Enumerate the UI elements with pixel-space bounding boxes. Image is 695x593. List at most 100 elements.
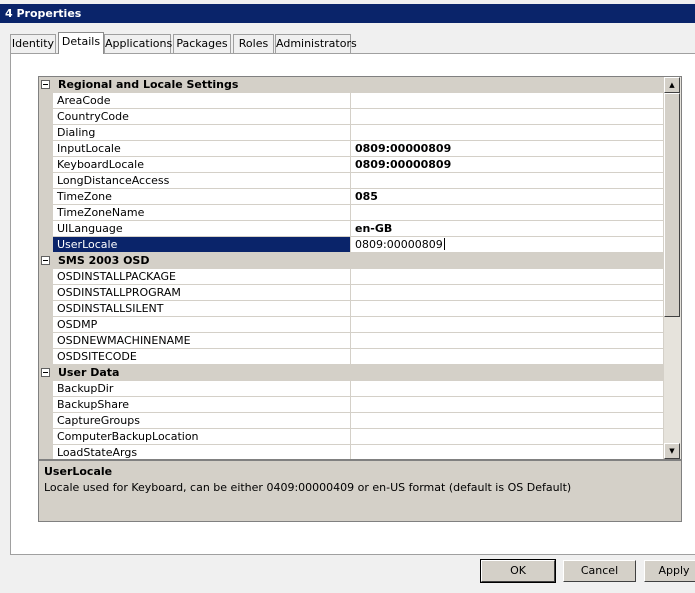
property-row[interactable]: InputLocale 0809:00000809 xyxy=(39,141,665,157)
property-value[interactable] xyxy=(351,269,665,285)
tab-roles[interactable]: Roles xyxy=(233,34,274,53)
property-row[interactable]: Dialing xyxy=(39,125,665,141)
property-row[interactable]: UILanguage en-GB xyxy=(39,221,665,237)
property-name[interactable]: LongDistanceAccess xyxy=(53,173,351,189)
cancel-button[interactable]: Cancel xyxy=(563,560,636,582)
property-value[interactable] xyxy=(351,333,665,349)
property-row[interactable]: LoadStateArgs xyxy=(39,445,665,459)
property-value[interactable] xyxy=(351,349,665,365)
property-value[interactable] xyxy=(351,125,665,141)
property-row[interactable]: BackupDir xyxy=(39,381,665,397)
description-text: Locale used for Keyboard, can be either … xyxy=(44,481,572,494)
property-row[interactable]: CaptureGroups xyxy=(39,413,665,429)
row-gutter xyxy=(39,157,53,173)
property-row[interactable]: TimeZone 085 xyxy=(39,189,665,205)
property-row[interactable]: ComputerBackupLocation xyxy=(39,429,665,445)
category-row[interactable]: SMS 2003 OSD xyxy=(39,253,665,269)
tab-identity[interactable]: Identity xyxy=(10,34,56,53)
scrollbar-thumb[interactable] xyxy=(664,93,680,317)
row-gutter xyxy=(39,189,53,205)
property-row[interactable]: KeyboardLocale 0809:00000809 xyxy=(39,157,665,173)
arrow-down-icon[interactable]: ▼ xyxy=(664,443,680,459)
property-row[interactable]: LongDistanceAccess xyxy=(39,173,665,189)
property-value[interactable]: 085 xyxy=(351,189,665,205)
tab-packages[interactable]: Packages xyxy=(173,34,231,53)
property-value[interactable] xyxy=(351,397,665,413)
property-value[interactable] xyxy=(351,301,665,317)
property-row[interactable]: AreaCode xyxy=(39,93,665,109)
property-name[interactable]: InputLocale xyxy=(53,141,351,157)
category-label: SMS 2003 OSD xyxy=(58,254,150,267)
category-row[interactable]: User Data xyxy=(39,365,665,381)
row-gutter xyxy=(39,333,53,349)
row-gutter xyxy=(39,429,53,445)
property-value-text: 0809:00000809 xyxy=(355,238,443,251)
property-value[interactable] xyxy=(351,317,665,333)
property-name[interactable]: OSDINSTALLPROGRAM xyxy=(53,285,351,301)
property-name[interactable]: LoadStateArgs xyxy=(53,445,351,459)
property-value[interactable] xyxy=(351,381,665,397)
property-name[interactable]: BackupDir xyxy=(53,381,351,397)
row-gutter xyxy=(39,221,53,237)
property-name[interactable]: AreaCode xyxy=(53,93,351,109)
property-value[interactable] xyxy=(351,413,665,429)
property-name[interactable]: UILanguage xyxy=(53,221,351,237)
property-name[interactable]: Dialing xyxy=(53,125,351,141)
collapse-minus-icon[interactable] xyxy=(41,256,50,265)
row-gutter xyxy=(39,93,53,109)
property-row[interactable]: OSDMP xyxy=(39,317,665,333)
property-name[interactable]: CountryCode xyxy=(53,109,351,125)
property-row[interactable]: OSDNEWMACHINENAME xyxy=(39,333,665,349)
tab-applications[interactable]: Applications xyxy=(104,34,172,53)
property-value[interactable] xyxy=(351,429,665,445)
ok-button[interactable]: OK xyxy=(480,559,556,583)
property-row[interactable]: OSDINSTALLPACKAGE xyxy=(39,269,665,285)
property-value[interactable] xyxy=(351,445,665,459)
property-row[interactable]: OSDINSTALLPROGRAM xyxy=(39,285,665,301)
property-row[interactable]: CountryCode xyxy=(39,109,665,125)
property-value[interactable]: en-GB xyxy=(351,221,665,237)
property-value[interactable] xyxy=(351,285,665,301)
tab-administrators[interactable]: Administrators xyxy=(275,34,357,53)
property-name[interactable]: OSDMP xyxy=(53,317,351,333)
category-row[interactable]: Regional and Locale Settings xyxy=(39,77,665,93)
property-value[interactable] xyxy=(351,93,665,109)
property-row[interactable]: OSDINSTALLSILENT xyxy=(39,301,665,317)
property-grid[interactable]: Regional and Locale Settings AreaCode Coun… xyxy=(38,76,682,460)
property-rows: Regional and Locale Settings AreaCode Coun… xyxy=(39,77,665,459)
property-value-text: 0809:00000809 xyxy=(355,158,452,171)
property-value[interactable] xyxy=(351,205,665,221)
property-name[interactable]: UserLocale xyxy=(53,237,351,253)
vertical-scrollbar[interactable]: ▲ ▼ xyxy=(663,77,681,459)
property-value[interactable] xyxy=(351,109,665,125)
property-name[interactable]: TimeZone xyxy=(53,189,351,205)
property-name[interactable]: OSDSITECODE xyxy=(53,349,351,365)
property-name[interactable]: OSDINSTALLPACKAGE xyxy=(53,269,351,285)
property-name[interactable]: TimeZoneName xyxy=(53,205,351,221)
property-value[interactable]: 0809:00000809 xyxy=(351,141,665,157)
text-caret xyxy=(443,238,445,250)
property-row[interactable]: BackupShare xyxy=(39,397,665,413)
property-name[interactable]: ComputerBackupLocation xyxy=(53,429,351,445)
properties-dialog: Identity Details Applications Packages R… xyxy=(0,23,695,593)
property-value-text: 085 xyxy=(355,190,378,203)
property-value-text: en-GB xyxy=(355,222,393,235)
property-value[interactable] xyxy=(351,173,665,189)
arrow-up-icon[interactable]: ▲ xyxy=(664,77,680,93)
property-row[interactable]: TimeZoneName xyxy=(39,205,665,221)
property-row[interactable]: OSDSITECODE xyxy=(39,349,665,365)
property-name[interactable]: OSDINSTALLSILENT xyxy=(53,301,351,317)
row-gutter xyxy=(39,237,53,253)
collapse-minus-icon[interactable] xyxy=(41,368,50,377)
property-name[interactable]: OSDNEWMACHINENAME xyxy=(53,333,351,349)
tab-details[interactable]: Details xyxy=(58,32,104,54)
property-value[interactable]: 0809:00000809 xyxy=(351,157,665,173)
property-value[interactable]: 0809:00000809 xyxy=(351,237,665,253)
property-name[interactable]: CaptureGroups xyxy=(53,413,351,429)
property-row[interactable]: UserLocale 0809:00000809 xyxy=(39,237,665,253)
property-name[interactable]: BackupShare xyxy=(53,397,351,413)
apply-button[interactable]: Apply xyxy=(644,560,695,582)
property-name[interactable]: KeyboardLocale xyxy=(53,157,351,173)
collapse-minus-icon[interactable] xyxy=(41,80,50,89)
row-gutter xyxy=(39,445,53,459)
